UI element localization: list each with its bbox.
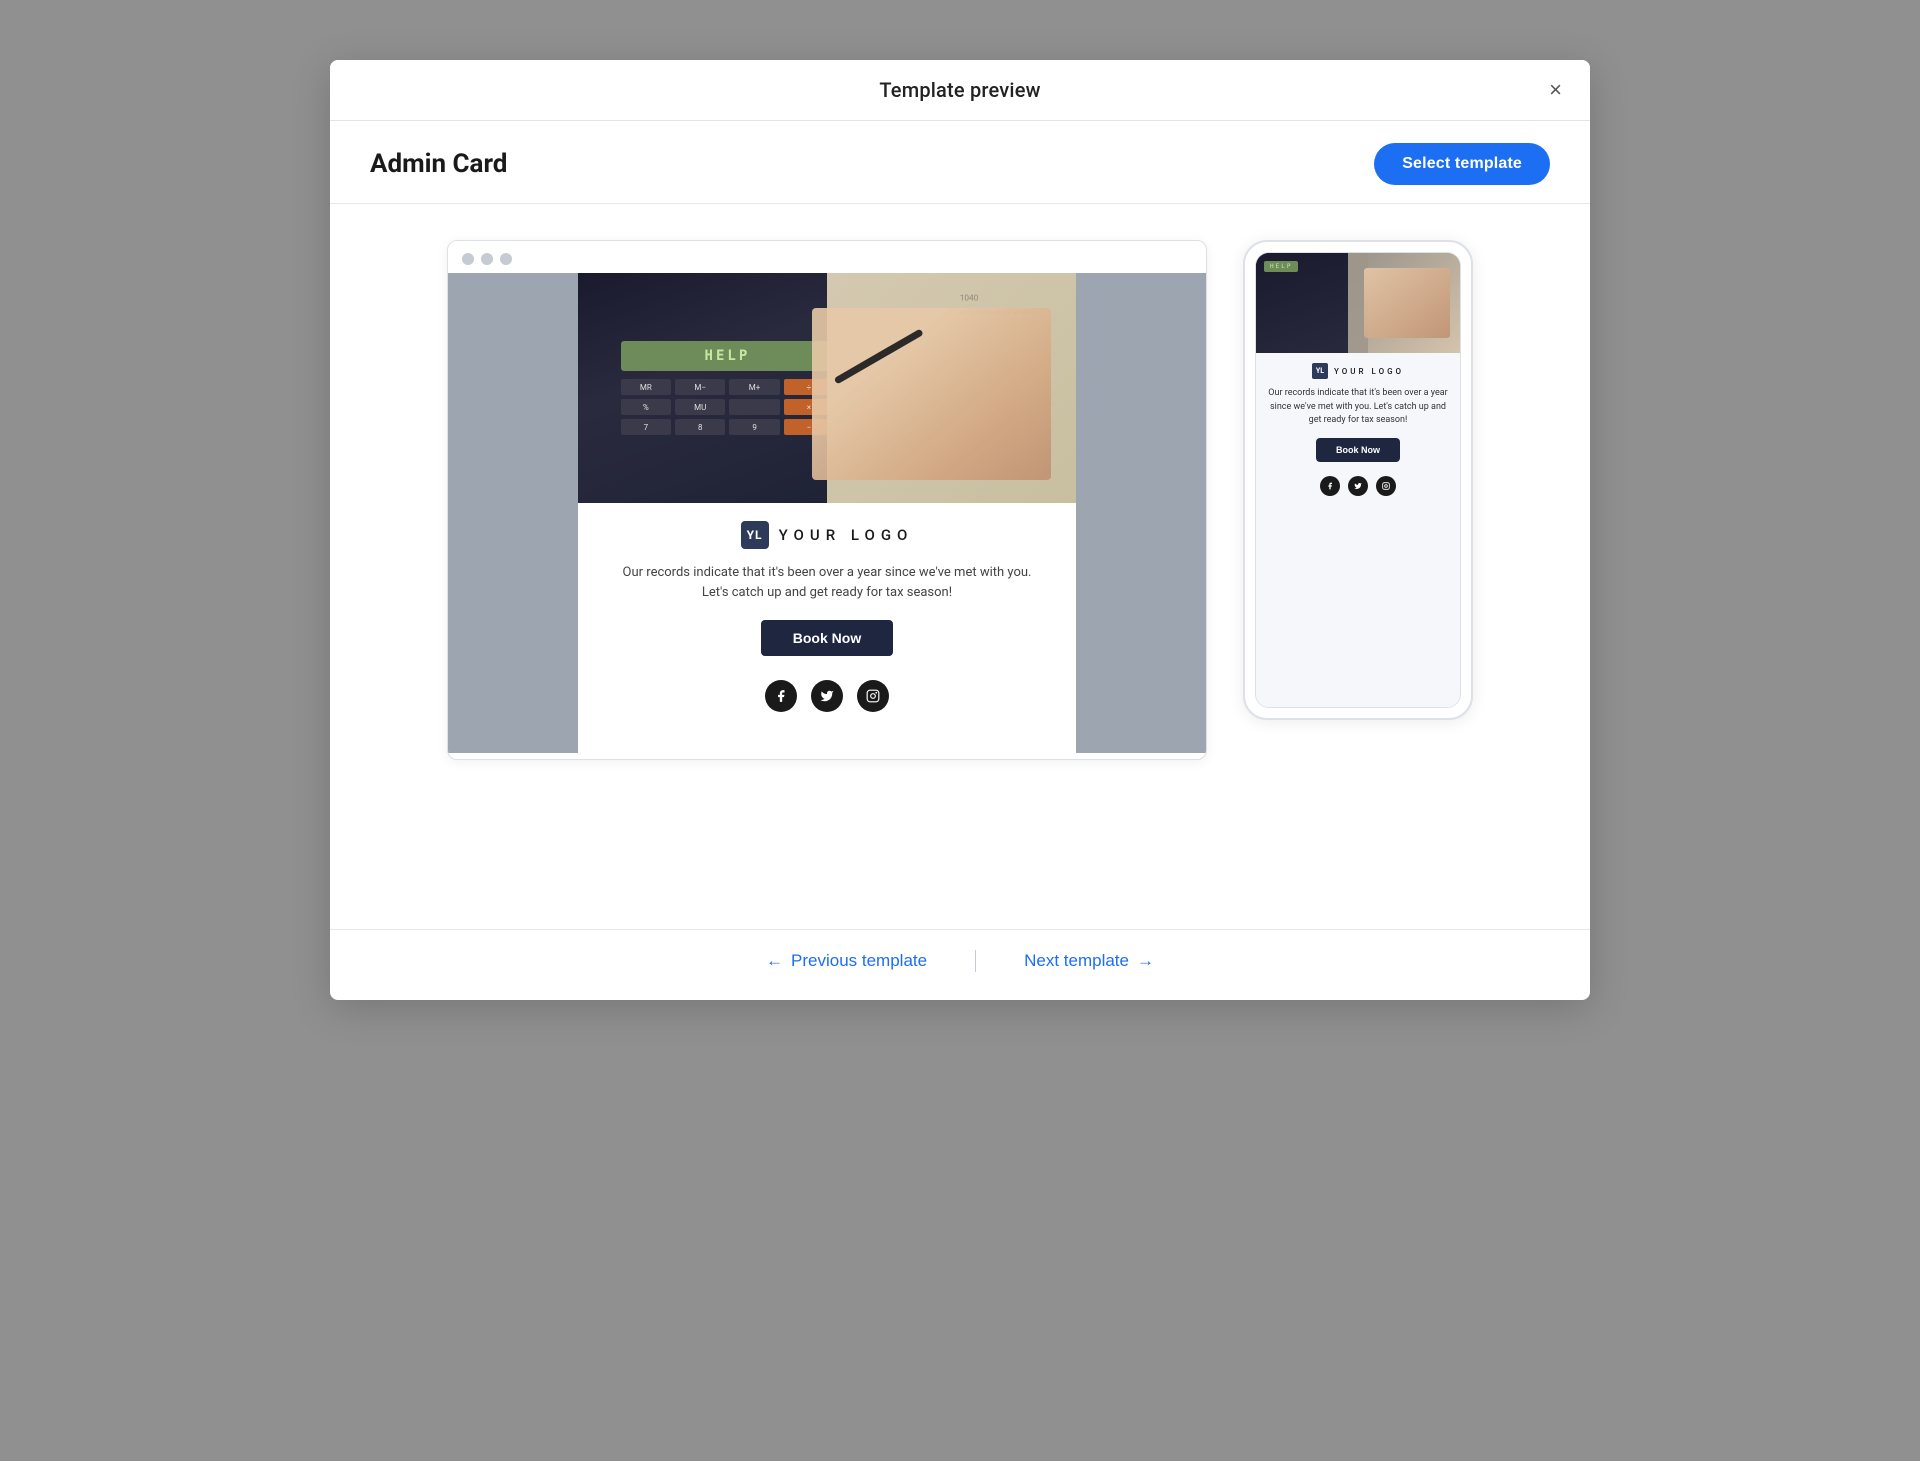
logo-badge: YL [741,521,769,549]
previous-template-button[interactable]: ← Previous template [766,951,927,971]
select-template-button[interactable]: Select template [1374,143,1550,185]
facebook-icon [765,680,797,712]
mobile-logo-text: YOUR LOGO [1334,367,1404,376]
calc-btn-mm: M− [675,379,725,395]
mobile-facebook-icon [1320,476,1340,496]
template-social-icons [765,670,889,730]
previous-template-label: Previous template [791,951,927,971]
pen-shape [834,328,924,384]
calc-btn-mr: MR [621,379,671,395]
dot-2 [481,253,493,265]
twitter-icon [811,680,843,712]
modal-dialog: Template preview × Admin Card Select tem… [330,60,1590,1000]
mobile-preview-card: HELP YL YOUR LOGO Our records indicate t… [1243,240,1473,720]
dot-1 [462,253,474,265]
preview-area: HELP MR M− M+ ÷ % MU [330,204,1590,929]
template-center: HELP MR M− M+ ÷ % MU [578,273,1076,753]
modal-overlay: Template preview × Admin Card Select tem… [0,0,1920,1461]
template-body: HELP MR M− M+ ÷ % MU [448,273,1206,753]
calc-btn-7: 7 [621,419,671,435]
dot-3 [500,253,512,265]
calc-btn-8: 8 [675,419,725,435]
mobile-inner: HELP YL YOUR LOGO Our records indicate t… [1255,252,1461,708]
close-button[interactable]: × [1545,75,1566,105]
window-dots [448,241,1206,273]
modal-footer: ← Previous template Next template → [330,929,1590,1000]
mobile-calc-screen: HELP [1264,261,1298,272]
calculator-buttons: MR M− M+ ÷ % MU × 7 [621,379,834,435]
next-arrow-icon: → [1137,951,1154,971]
nav-divider [975,950,976,972]
calc-btn-mp: M+ [729,379,779,395]
next-template-label: Next template [1024,951,1129,971]
mobile-cta-button: Book Now [1316,438,1400,462]
hand-shape [812,308,1051,481]
mobile-hero-image: HELP [1256,253,1460,353]
calc-btn-pct: % [621,399,671,415]
template-logo-row: YL YOUR LOGO [741,503,914,559]
logo-text: YOUR LOGO [779,526,914,544]
mobile-instagram-icon [1376,476,1396,496]
instagram-icon [857,680,889,712]
calc-btn-mu: MU [675,399,725,415]
svg-text:1040: 1040 [960,293,979,303]
template-subheader: Admin Card Select template [330,121,1590,204]
mobile-content: YL YOUR LOGO Our records indicate that i… [1256,353,1460,707]
modal-title: Template preview [879,78,1040,102]
mobile-logo-row: YL YOUR LOGO [1312,363,1404,379]
template-tagline: Our records indicate that it's been over… [603,559,1052,606]
mobile-tagline: Our records indicate that it's been over… [1264,387,1452,428]
modal-header: Template preview × [330,60,1590,121]
template-sidebar-right [1076,273,1206,753]
next-template-button[interactable]: Next template → [1024,951,1154,971]
template-hero-image: HELP MR M− M+ ÷ % MU [578,273,1076,503]
mobile-logo-badge: YL [1312,363,1328,379]
mobile-hand-shape [1364,268,1450,338]
calc-btn-9: 9 [729,419,779,435]
mobile-twitter-icon [1348,476,1368,496]
tagline-line1: Our records indicate that it's been over… [623,565,1032,580]
calculator-screen: HELP [621,341,834,371]
calc-btn-blank [729,399,779,415]
desktop-preview-card: HELP MR M− M+ ÷ % MU [447,240,1207,760]
template-cta-button: Book Now [761,620,893,656]
mobile-social-icons [1320,472,1396,496]
prev-arrow-icon: ← [766,951,783,971]
tagline-line2: Let's catch up and get ready for tax sea… [702,585,952,600]
template-sidebar-left [448,273,578,753]
hero-visual: HELP MR M− M+ ÷ % MU [578,273,1076,503]
template-name: Admin Card [370,149,507,179]
